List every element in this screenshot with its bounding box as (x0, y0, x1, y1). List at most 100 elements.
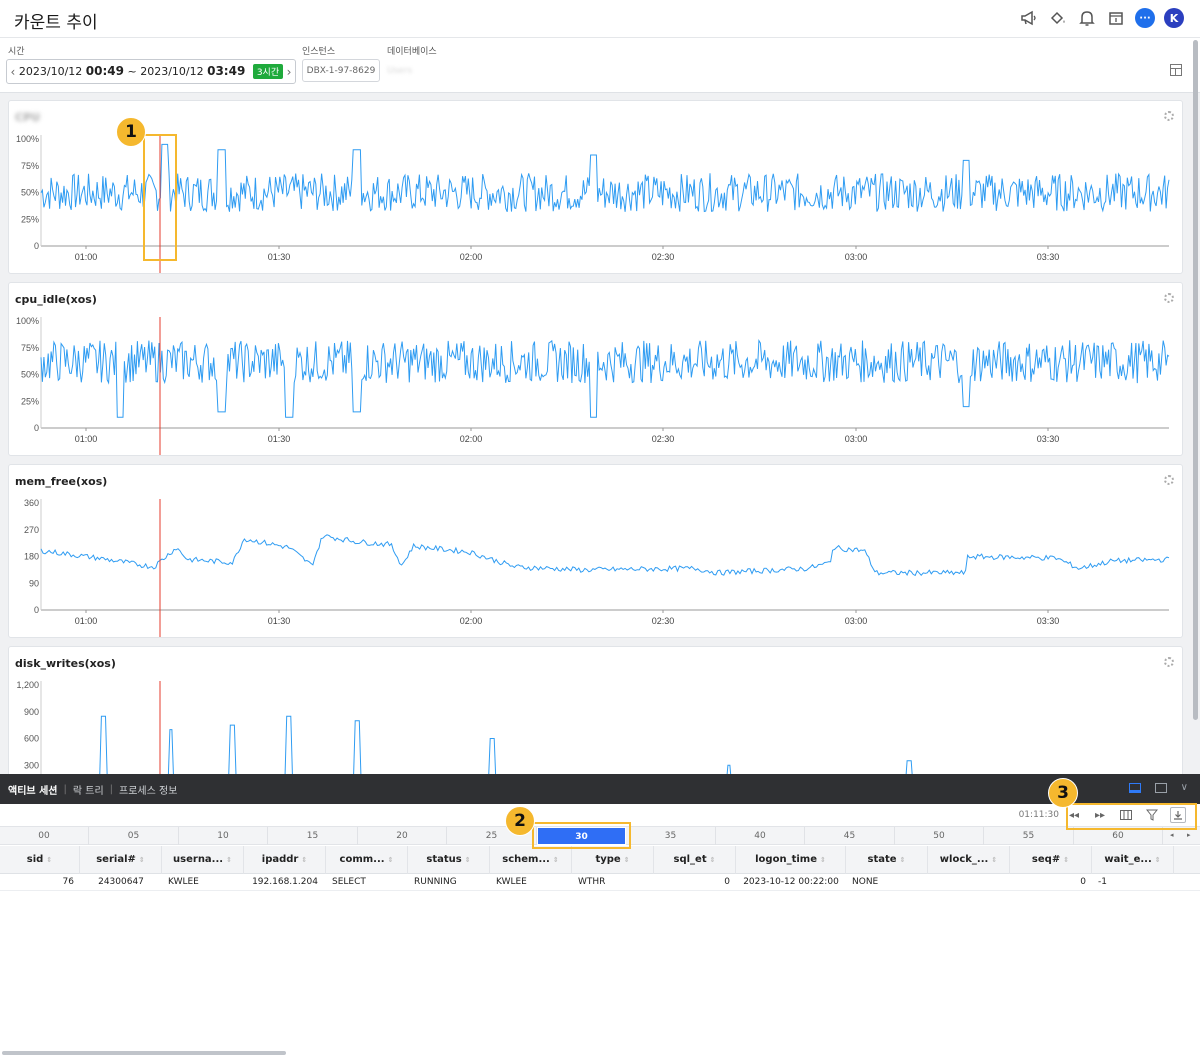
timeline-cell-50[interactable]: 50 (895, 827, 984, 845)
column-header[interactable]: schem... ⇕ (490, 846, 572, 874)
column-header[interactable]: serial# ⇕ (80, 846, 162, 874)
column-header-label: ipaddr (261, 854, 299, 865)
header-icons: ··· K (1019, 8, 1184, 28)
timeline-cell-15[interactable]: 15 (269, 827, 358, 845)
time-range-picker[interactable]: ‹ 2023/10/12 00:49 ~ 2023/10/12 03:49 3시… (6, 59, 296, 84)
sort-icon[interactable]: ⇕ (820, 856, 826, 864)
column-header[interactable]: seq# ⇕ (1010, 846, 1092, 874)
table-cell: 0 (724, 877, 730, 887)
avatar[interactable]: K (1164, 8, 1184, 28)
series-line (40, 338, 1170, 418)
table-cell: 24300647 (98, 877, 144, 887)
sort-icon[interactable]: ⇕ (1155, 856, 1161, 864)
y-tick-label: 50% (21, 370, 39, 380)
top-bar: 카운트 추이 ··· K (0, 0, 1200, 38)
tab-active-session[interactable]: 액티브 세션 (8, 782, 63, 797)
sort-icon[interactable]: ⇕ (465, 856, 471, 864)
column-header[interactable]: sql_et ⇕ (654, 846, 736, 874)
tab-lock-tree[interactable]: 락 트리 (67, 782, 110, 797)
timeline-next-icon[interactable]: ▸ (1187, 831, 1191, 839)
column-header-label: sid (26, 854, 44, 865)
timeline-cell-05[interactable]: 05 (90, 827, 179, 845)
time-label: 시간 (8, 47, 25, 57)
y-tick-label: 360 (24, 498, 39, 508)
y-tick-label: 100% (16, 316, 39, 326)
time-range-text[interactable]: 2023/10/12 00:49 ~ 2023/10/12 03:49 3시간 (19, 64, 284, 79)
column-header-label: state (867, 854, 897, 865)
x-tick-label: 01:00 (75, 616, 98, 626)
column-header-label: schem... (502, 854, 550, 865)
filter-bar: 시간 ‹ 2023/10/12 00:49 ~ 2023/10/12 03:49… (0, 38, 1200, 93)
column-header-label: serial# (96, 854, 136, 865)
timeline-cell-55[interactable]: 55 (985, 827, 1074, 845)
timeline-cell-45[interactable]: 45 (806, 827, 895, 845)
column-header[interactable]: userna... ⇕ (162, 846, 244, 874)
bell-icon[interactable] (1077, 8, 1097, 28)
column-header[interactable]: wait_e... ⇕ (1092, 846, 1174, 874)
y-tick-label: 75% (21, 343, 39, 353)
y-tick-label: 0 (34, 241, 39, 251)
horizontal-scrollbar[interactable] (2, 1051, 286, 1055)
sort-icon[interactable]: ⇕ (301, 856, 307, 864)
sort-icon[interactable]: ⇕ (1063, 856, 1069, 864)
sort-icon[interactable]: ⇕ (900, 856, 906, 864)
highlight-box-1 (143, 134, 177, 261)
sort-icon[interactable]: ⇕ (226, 856, 232, 864)
sort-icon[interactable]: ⇕ (624, 856, 630, 864)
calendar-icon[interactable] (1106, 8, 1126, 28)
column-header[interactable]: status ⇕ (408, 846, 490, 874)
dock-right-icon[interactable] (1154, 782, 1167, 793)
timeline-cell-20[interactable]: 20 (358, 827, 447, 845)
column-header-label: seq# (1031, 854, 1061, 865)
sort-icon[interactable]: ⇕ (991, 856, 997, 864)
vertical-scrollbar[interactable] (1193, 40, 1198, 720)
column-header[interactable]: type ⇕ (572, 846, 654, 874)
y-tick-label: 50% (21, 188, 39, 198)
dock-bottom-icon[interactable] (1128, 782, 1141, 793)
instance-select[interactable]: DBX-1-97-8629 (302, 59, 380, 82)
y-tick-label: 180 (24, 552, 39, 562)
y-tick-label: 90 (29, 578, 39, 588)
paint-bucket-icon[interactable] (1048, 8, 1068, 28)
annotation-badge-3: 3 (1048, 778, 1078, 808)
table-row[interactable]: 76 24300647 KWLEE 192.168.1.204 SELECT RUNNIN… (0, 874, 1200, 891)
next-time-button[interactable]: › (283, 65, 295, 79)
sort-icon[interactable]: ⇕ (710, 856, 716, 864)
column-header[interactable]: logon_time ⇕ (736, 846, 846, 874)
column-header[interactable]: state ⇕ (846, 846, 928, 874)
sort-icon[interactable]: ⇕ (388, 856, 394, 864)
prev-time-button[interactable]: ‹ (7, 65, 19, 79)
sort-icon[interactable]: ⇕ (553, 856, 559, 864)
database-select[interactable]: Users (387, 66, 412, 76)
timeline-cell-35[interactable]: 35 (627, 827, 716, 845)
y-tick-label: 25% (21, 396, 39, 406)
column-header[interactable]: ipaddr ⇕ (244, 846, 326, 874)
x-tick-label: 03:00 (845, 434, 868, 444)
table-cell: -1 (1098, 877, 1107, 887)
column-header[interactable]: wlock_... ⇕ (928, 846, 1010, 874)
x-tick-label: 02:00 (460, 434, 483, 444)
column-header-label: type (595, 854, 621, 865)
time-range-badge: 3시간 (252, 64, 284, 79)
chevron-down-icon[interactable]: ∨ (1181, 782, 1188, 793)
table-cell: SELECT (332, 877, 366, 887)
column-header[interactable]: sid ⇕ (0, 846, 80, 874)
column-header[interactable]: comm... ⇕ (326, 846, 408, 874)
timeline-cell-00[interactable]: 00 (0, 827, 89, 845)
column-header-label: comm... (339, 854, 385, 865)
timeline-cell-40[interactable]: 40 (716, 827, 805, 845)
sort-icon[interactable]: ⇕ (46, 856, 52, 864)
x-tick-label: 02:00 (460, 616, 483, 626)
megaphone-icon[interactable] (1019, 8, 1039, 28)
table-cell: NONE (852, 877, 879, 887)
tab-process-info[interactable]: 프로세스 정보 (113, 782, 183, 797)
timeline-prev-icon[interactable]: ◂ (1170, 831, 1174, 839)
sort-icon[interactable]: ⇕ (139, 856, 145, 864)
timeline-cell-10[interactable]: 10 (179, 827, 268, 845)
table-cell (934, 874, 1004, 891)
bottom-tab-bar: 액티브 세션 | 락 트리 | 프로세스 정보 ∨ (0, 774, 1200, 804)
layout-icon[interactable] (1170, 64, 1182, 76)
x-tick-label: 02:00 (460, 252, 483, 262)
x-tick-label: 03:00 (845, 252, 868, 262)
chat-icon[interactable]: ··· (1135, 8, 1155, 28)
